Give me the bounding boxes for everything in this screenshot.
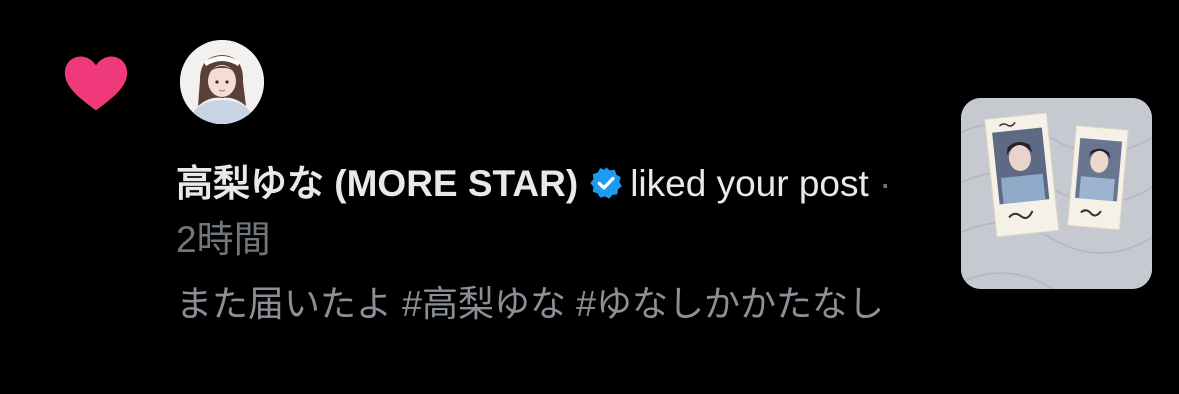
- meta-separator: ·: [879, 163, 892, 204]
- action-text: liked your post: [630, 163, 869, 204]
- verified-badge-icon: [590, 167, 622, 199]
- post-snippet[interactable]: また届いたよ #高梨ゆな #ゆなしかかたなし: [176, 276, 916, 331]
- notification-text: 高梨ゆな (MORE STAR) liked your post · 2時間: [176, 156, 916, 268]
- post-thumbnail[interactable]: [961, 98, 1152, 289]
- heart-icon: [64, 56, 128, 111]
- user-name-link[interactable]: 高梨ゆな (MORE STAR): [176, 163, 578, 204]
- timestamp: 2時間: [176, 219, 271, 260]
- user-avatar[interactable]: [180, 40, 264, 124]
- post-thumbnail-photo: [961, 98, 1152, 289]
- avatar-image: [180, 40, 264, 124]
- notification-item[interactable]: 高梨ゆな (MORE STAR) liked your post · 2時間 ま…: [0, 0, 1179, 394]
